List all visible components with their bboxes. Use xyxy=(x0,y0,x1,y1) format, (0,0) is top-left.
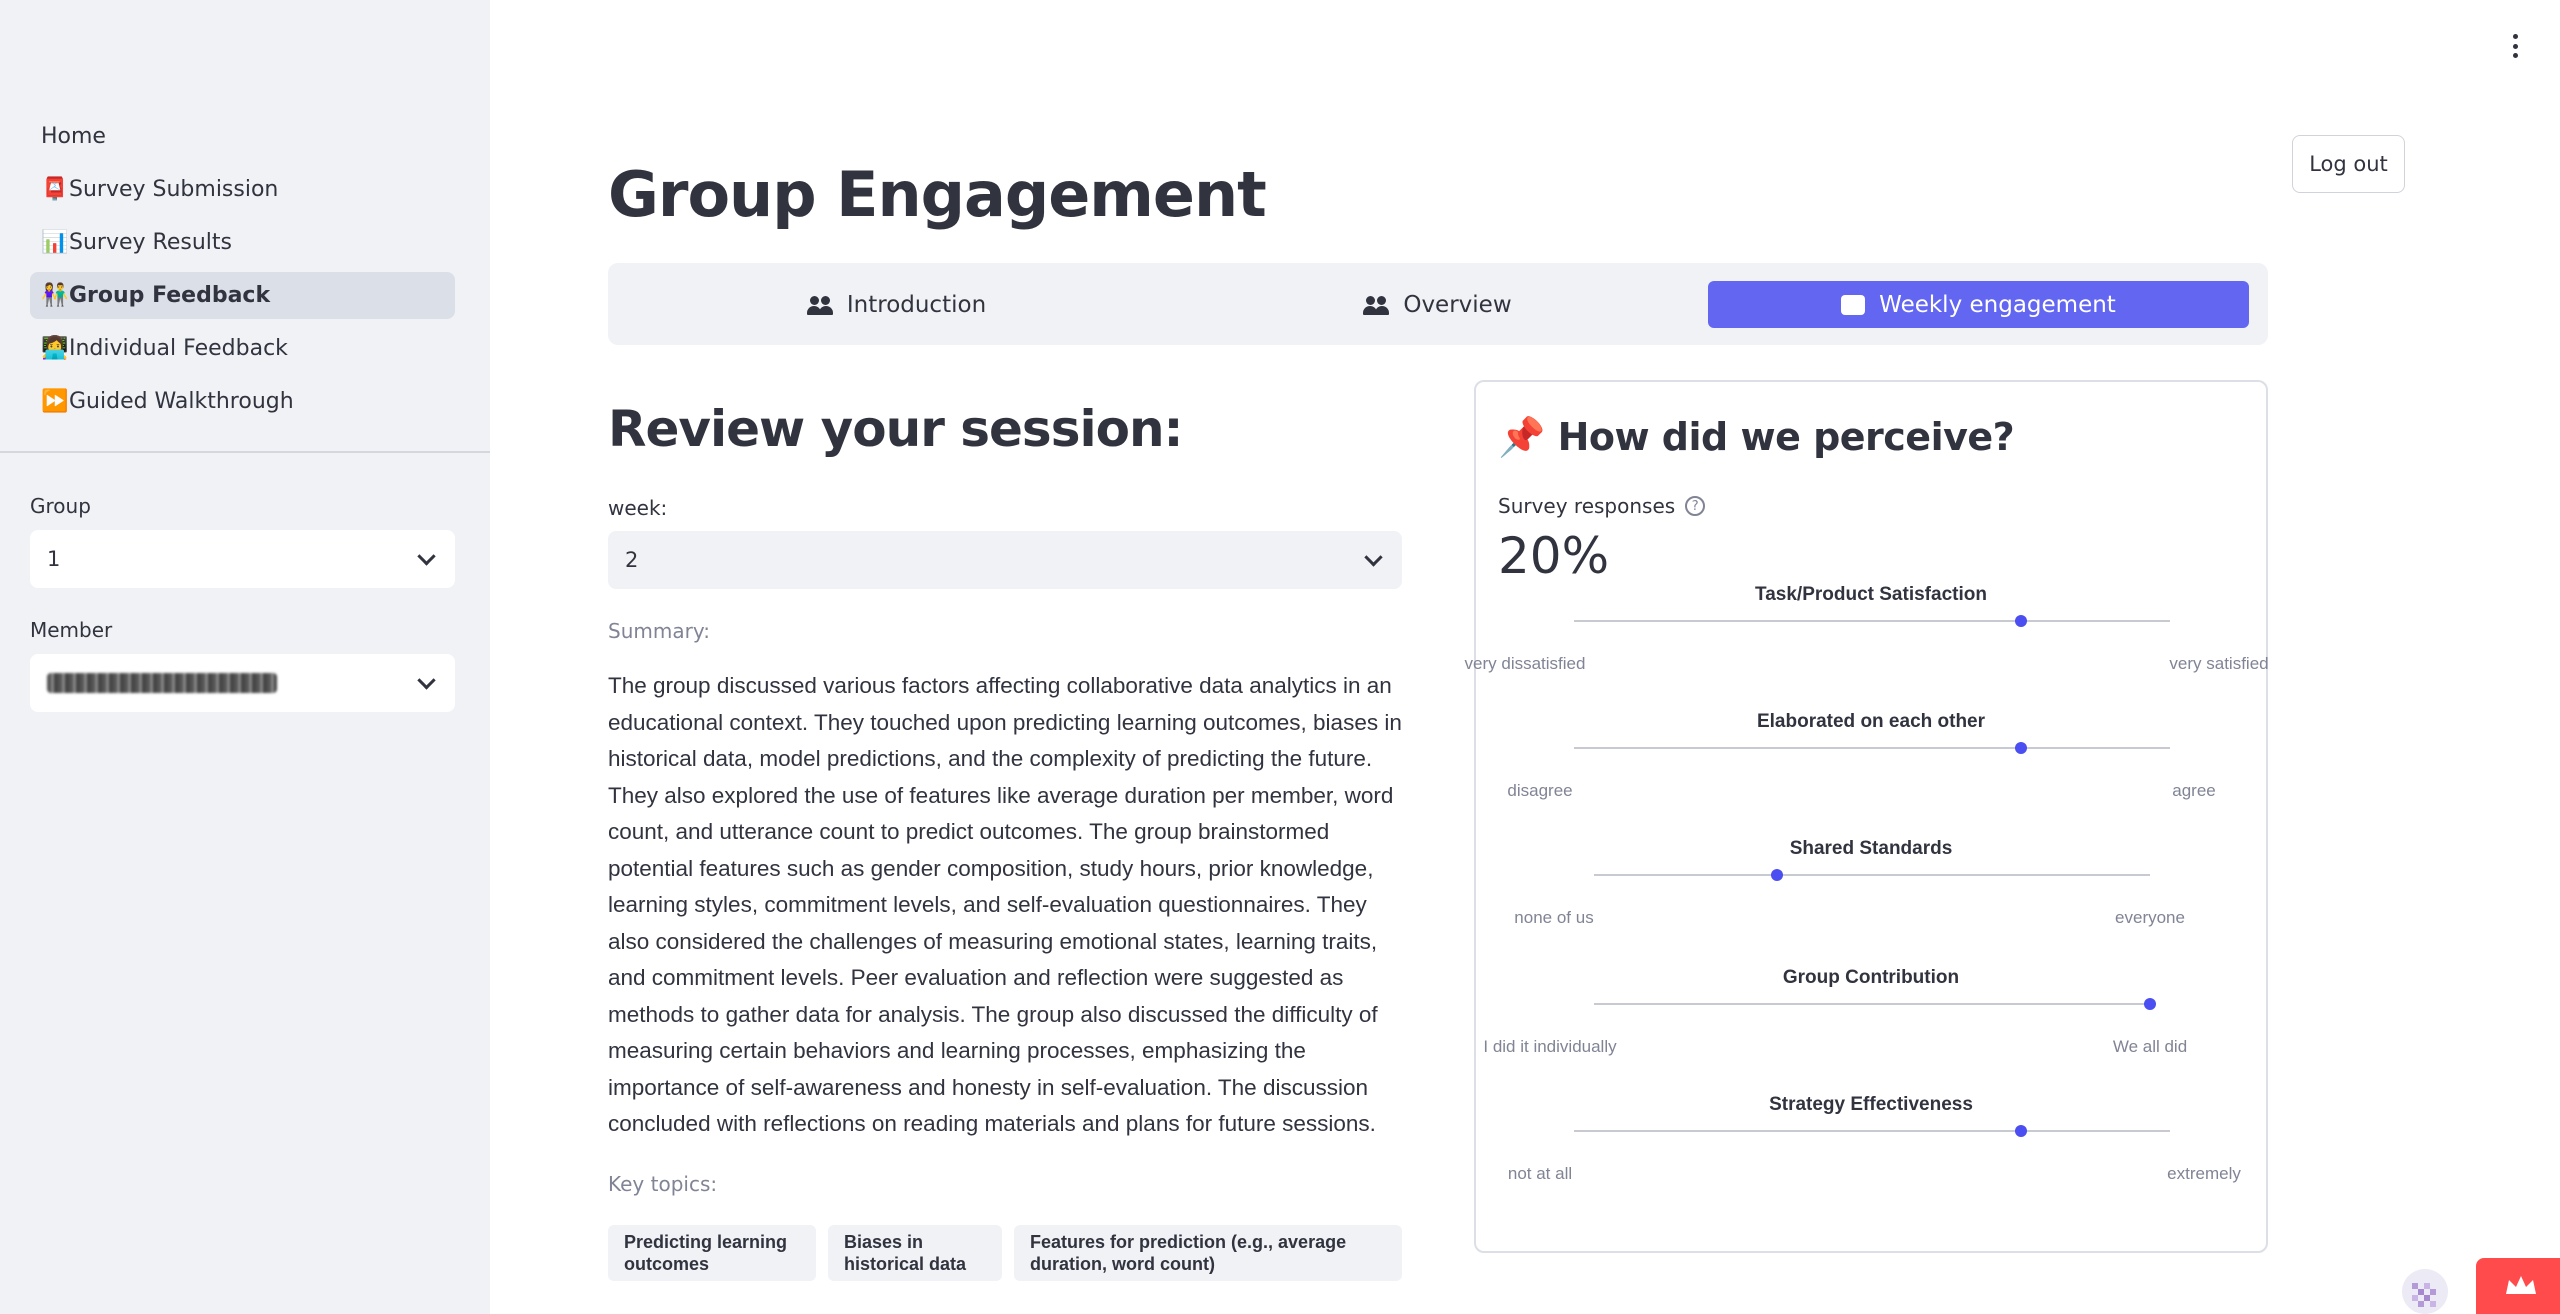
member-select[interactable] xyxy=(30,654,455,712)
slider-title: Elaborated on each other xyxy=(1756,711,1986,732)
fast-forward-icon: ⏩ xyxy=(41,389,69,414)
review-heading: Review your session: xyxy=(608,400,1184,458)
bar-chart-icon: 📊 xyxy=(41,230,69,255)
review-section: Review your session: xyxy=(608,400,1402,458)
slider-handle[interactable] xyxy=(1771,869,1784,881)
slider-handle[interactable] xyxy=(2144,998,2156,1010)
tab-introduction[interactable]: Introduction xyxy=(626,281,1167,328)
crown-icon xyxy=(2506,1276,2536,1294)
streamlit-crown-badge[interactable] xyxy=(2476,1258,2560,1314)
slider-min-label: none of us xyxy=(1514,908,1594,927)
slider-title: Group Contribution xyxy=(1782,967,1960,988)
slider-min-label: not at all xyxy=(1507,1164,1573,1183)
slider-track[interactable] xyxy=(1574,747,2170,749)
slider-title: Task/Product Satisfaction xyxy=(1755,584,1987,605)
sidebar: Home 📮 Survey Submission 📊 Survey Result… xyxy=(0,0,490,1314)
chevron-down-icon xyxy=(417,547,436,566)
tab-bar: Introduction Overview Weekly engagement xyxy=(608,263,2268,345)
slider-handle[interactable] xyxy=(2015,1125,2027,1137)
sidebar-item-label: Survey Submission xyxy=(69,177,279,202)
sidebar-nav: Home 📮 Survey Submission 📊 Survey Result… xyxy=(30,113,455,431)
slider-min-label: disagree xyxy=(1507,781,1573,800)
group-select-value: 1 xyxy=(47,547,61,571)
slider-track[interactable] xyxy=(1594,1003,2150,1005)
pushpin-icon: 📌 xyxy=(1498,415,1545,459)
slider-track[interactable] xyxy=(1594,874,2150,876)
perception-title: 📌 How did we perceive? xyxy=(1498,415,2015,460)
tab-label: Overview xyxy=(1403,291,1512,318)
slider-max-label: We all did xyxy=(2112,1037,2188,1056)
slider-max-label: very satisfied xyxy=(2169,654,2269,673)
slider-title: Shared Standards xyxy=(1789,838,1953,859)
technologist-icon: 👩‍💻 xyxy=(41,336,69,361)
sidebar-divider xyxy=(0,451,490,453)
group-label: Group xyxy=(30,494,91,518)
slider-track[interactable] xyxy=(1574,620,2170,622)
perception-title-text: How did we perceive? xyxy=(1557,415,2015,459)
slider-max-label: agree xyxy=(2172,781,2216,800)
chevron-down-icon xyxy=(417,671,436,690)
sidebar-item-group-feedback[interactable]: 👫 Group Feedback xyxy=(30,272,455,319)
sidebar-item-label: Home xyxy=(41,124,106,149)
perception-card: 📌 How did we perceive? Survey responses … xyxy=(1465,380,2269,1253)
sidebar-item-individual-feedback[interactable]: 👩‍💻 Individual Feedback xyxy=(30,325,455,372)
week-select-value: 2 xyxy=(625,548,639,572)
couple-icon: 👫 xyxy=(41,283,69,308)
sidebar-item-home[interactable]: Home xyxy=(30,113,455,160)
sidebar-item-survey-results[interactable]: 📊 Survey Results xyxy=(30,219,455,266)
tab-label: Introduction xyxy=(846,291,987,318)
chevron-down-icon xyxy=(1364,548,1383,567)
main-menu-icon[interactable] xyxy=(2511,34,2519,58)
week-select[interactable]: 2 xyxy=(608,531,1402,589)
sidebar-item-label: Survey Results xyxy=(69,230,232,255)
people-icon xyxy=(806,295,833,315)
chat-icon xyxy=(1841,294,1866,315)
page-title: Group Engagement xyxy=(608,158,1267,231)
slider-handle[interactable] xyxy=(2015,742,2027,754)
logout-button[interactable]: Log out xyxy=(2292,135,2405,193)
sidebar-item-label: Individual Feedback xyxy=(69,336,288,361)
sidebar-item-label: Group Feedback xyxy=(69,283,271,308)
survey-responses-label-text: Survey responses xyxy=(1498,494,1676,518)
group-select[interactable]: 1 xyxy=(30,530,455,588)
tab-label: Weekly engagement xyxy=(1879,291,2116,318)
postbox-icon: 📮 xyxy=(41,177,69,202)
tab-overview[interactable]: Overview xyxy=(1167,281,1708,328)
topic-chip: Biases in historical data xyxy=(828,1225,1002,1281)
summary-text: The group discussed various factors affe… xyxy=(608,673,1402,1136)
streamlit-avatar-icon[interactable] xyxy=(2402,1269,2448,1314)
slider-title: Strategy Effectiveness xyxy=(1769,1094,1973,1115)
survey-responses-value: 20% xyxy=(1498,527,1610,585)
slider-handle[interactable] xyxy=(2015,615,2027,627)
survey-responses-label: Survey responses ? xyxy=(1498,494,1706,518)
slider-max-label: everyone xyxy=(2115,908,2185,927)
topic-chip: Features for prediction (e.g., average d… xyxy=(1014,1225,1402,1281)
key-topics-label: Key topics: xyxy=(608,1172,718,1196)
people-icon xyxy=(1363,295,1390,315)
slider-min-label: I did it individually xyxy=(1483,1037,1617,1056)
summary-label: Summary: xyxy=(608,619,710,643)
slider-max-label: extremely xyxy=(2167,1164,2241,1183)
topic-chip: Predicting learning outcomes xyxy=(608,1225,816,1281)
slider-track[interactable] xyxy=(1574,1130,2170,1132)
key-topics-list: Predicting learning outcomes Biases in h… xyxy=(608,1225,1402,1281)
sidebar-item-survey-submission[interactable]: 📮 Survey Submission xyxy=(30,166,455,213)
slider-min-label: very dissatisfied xyxy=(1464,654,1586,673)
week-label: week: xyxy=(608,496,668,520)
sidebar-item-label: Guided Walkthrough xyxy=(69,389,294,414)
member-label: Member xyxy=(30,618,113,642)
sidebar-item-guided-walkthrough[interactable]: ⏩ Guided Walkthrough xyxy=(30,378,455,425)
tab-weekly-engagement[interactable]: Weekly engagement xyxy=(1708,281,2249,328)
redacted-member-name xyxy=(47,673,277,693)
help-icon[interactable]: ? xyxy=(1685,496,1706,516)
